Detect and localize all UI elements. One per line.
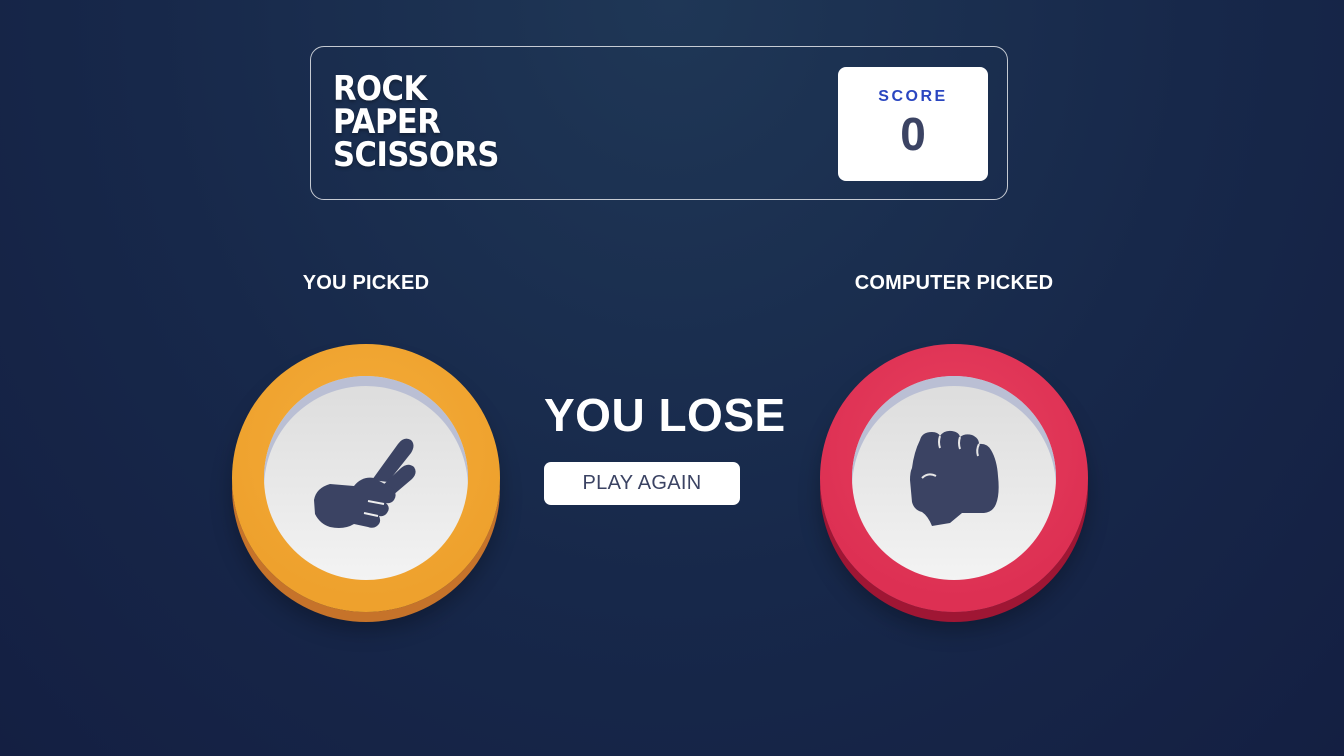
- player-choice-inner: [264, 376, 468, 580]
- score-label: SCORE: [878, 88, 948, 105]
- player-choice-coin: [232, 344, 500, 612]
- result-text: YOU LOSE: [544, 389, 786, 441]
- title-line-scissors: SCISSORS: [333, 135, 499, 175]
- score-value: 0: [900, 108, 926, 160]
- rock-fist-icon: [910, 430, 999, 526]
- play-again-button[interactable]: PLAY AGAIN: [544, 462, 740, 505]
- player-pick-label: YOU PICKED: [302, 272, 430, 294]
- scoreboard-header: ROCK PAPER SCISSORS SCORE 0: [310, 46, 1008, 200]
- game-title: ROCK PAPER SCISSORS: [333, 72, 499, 175]
- score-box: SCORE 0: [838, 67, 988, 181]
- computer-pick-label: COMPUTER PICKED: [854, 272, 1054, 294]
- computer-choice-coin: [820, 344, 1088, 612]
- scissors-hand-icon: [314, 438, 416, 528]
- computer-choice-inner: [852, 376, 1056, 580]
